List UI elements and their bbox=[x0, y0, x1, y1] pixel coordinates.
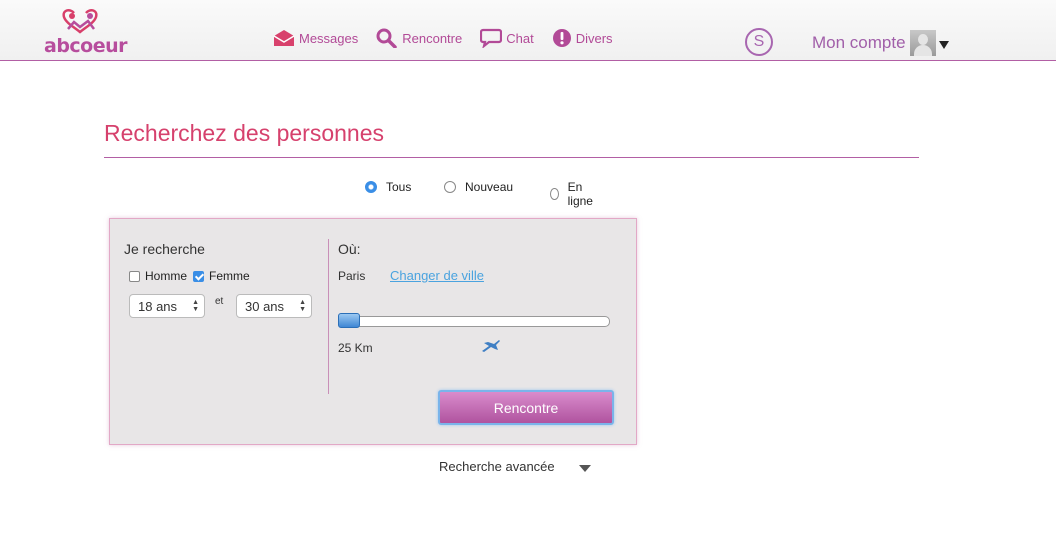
envelope-icon bbox=[273, 30, 295, 46]
distance-slider-handle[interactable] bbox=[338, 313, 360, 328]
stepper-arrows-icon: ▲ ▼ bbox=[299, 299, 306, 313]
main-nav: Messages Rencontre Chat Divers bbox=[273, 22, 631, 54]
checkbox-homme[interactable] bbox=[129, 270, 140, 282]
chevron-down-icon bbox=[938, 41, 949, 49]
age-separator: et bbox=[215, 296, 224, 307]
nav-rencontre[interactable]: Rencontre bbox=[376, 28, 462, 48]
logo[interactable]: abcoeur bbox=[44, 7, 128, 59]
nav-messages-label: Messages bbox=[299, 30, 359, 46]
top-header: abcoeur Messages Rencontre Chat Divers S… bbox=[0, 0, 1056, 61]
s-badge-button[interactable]: S bbox=[745, 28, 773, 56]
nav-rencontre-label: Rencontre bbox=[402, 30, 463, 46]
nav-chat-label: Chat bbox=[506, 30, 534, 46]
age-max-select[interactable]: 30 ans ▲ ▼ bbox=[236, 294, 312, 318]
stepper-arrows-icon: ▲ ▼ bbox=[192, 299, 199, 313]
radio-nouveau-label: Nouveau bbox=[465, 180, 514, 194]
current-city: Paris bbox=[338, 269, 366, 283]
avatar bbox=[909, 30, 936, 56]
rencontre-submit-button[interactable]: Rencontre bbox=[438, 390, 614, 425]
radio-tous[interactable]: Tous bbox=[365, 180, 411, 194]
gender-checkboxes: Homme Femme bbox=[129, 269, 256, 283]
search-icon bbox=[376, 28, 397, 48]
checkbox-femme[interactable] bbox=[193, 270, 205, 282]
radio-en-ligne-label: En ligne bbox=[567, 180, 593, 208]
nav-messages[interactable]: Messages bbox=[273, 29, 358, 47]
age-max-value: 30 ans bbox=[245, 298, 285, 314]
plane-icon bbox=[482, 340, 500, 352]
page-title: Recherchez des personnes bbox=[104, 120, 384, 146]
looking-for-title: Je recherche bbox=[124, 241, 205, 257]
where-title: Où: bbox=[338, 241, 361, 257]
radio-dot bbox=[550, 188, 559, 200]
age-min-value: 18 ans bbox=[138, 298, 178, 314]
checkbox-femme-label: Femme bbox=[209, 269, 250, 283]
radio-nouveau[interactable]: Nouveau bbox=[444, 180, 513, 194]
radio-tous-label: Tous bbox=[386, 180, 412, 194]
nav-chat[interactable]: Chat bbox=[480, 28, 534, 48]
caret-down-icon bbox=[578, 464, 591, 472]
search-panel: Je recherche Homme Femme 18 ans ▲ ▼ et 30… bbox=[109, 218, 637, 445]
column-divider bbox=[328, 239, 329, 394]
change-city-link[interactable]: Changer de ville bbox=[390, 268, 484, 283]
nav-divers-label: Divers bbox=[575, 30, 613, 46]
advanced-search-toggle[interactable]: Recherche avancée bbox=[439, 459, 591, 474]
radio-en-ligne[interactable]: En ligne bbox=[550, 180, 596, 208]
title-divider bbox=[104, 157, 919, 158]
radio-dot bbox=[444, 181, 456, 193]
nav-divers[interactable]: Divers bbox=[552, 28, 613, 48]
radio-dot bbox=[365, 181, 377, 193]
age-min-select[interactable]: 18 ans ▲ ▼ bbox=[129, 294, 205, 318]
logo-text: abcoeur bbox=[44, 35, 128, 57]
account-menu[interactable]: Mon compte bbox=[812, 30, 949, 56]
advanced-search-label: Recherche avancée bbox=[439, 459, 555, 474]
chat-bubble-icon bbox=[480, 28, 503, 48]
account-label: Mon compte bbox=[812, 33, 906, 52]
exclamation-icon bbox=[552, 29, 571, 47]
distance-slider-track[interactable] bbox=[338, 316, 610, 327]
hearts-logo-icon bbox=[62, 8, 98, 34]
checkbox-homme-label: Homme bbox=[145, 269, 188, 283]
distance-value: 25 Km bbox=[338, 341, 373, 355]
